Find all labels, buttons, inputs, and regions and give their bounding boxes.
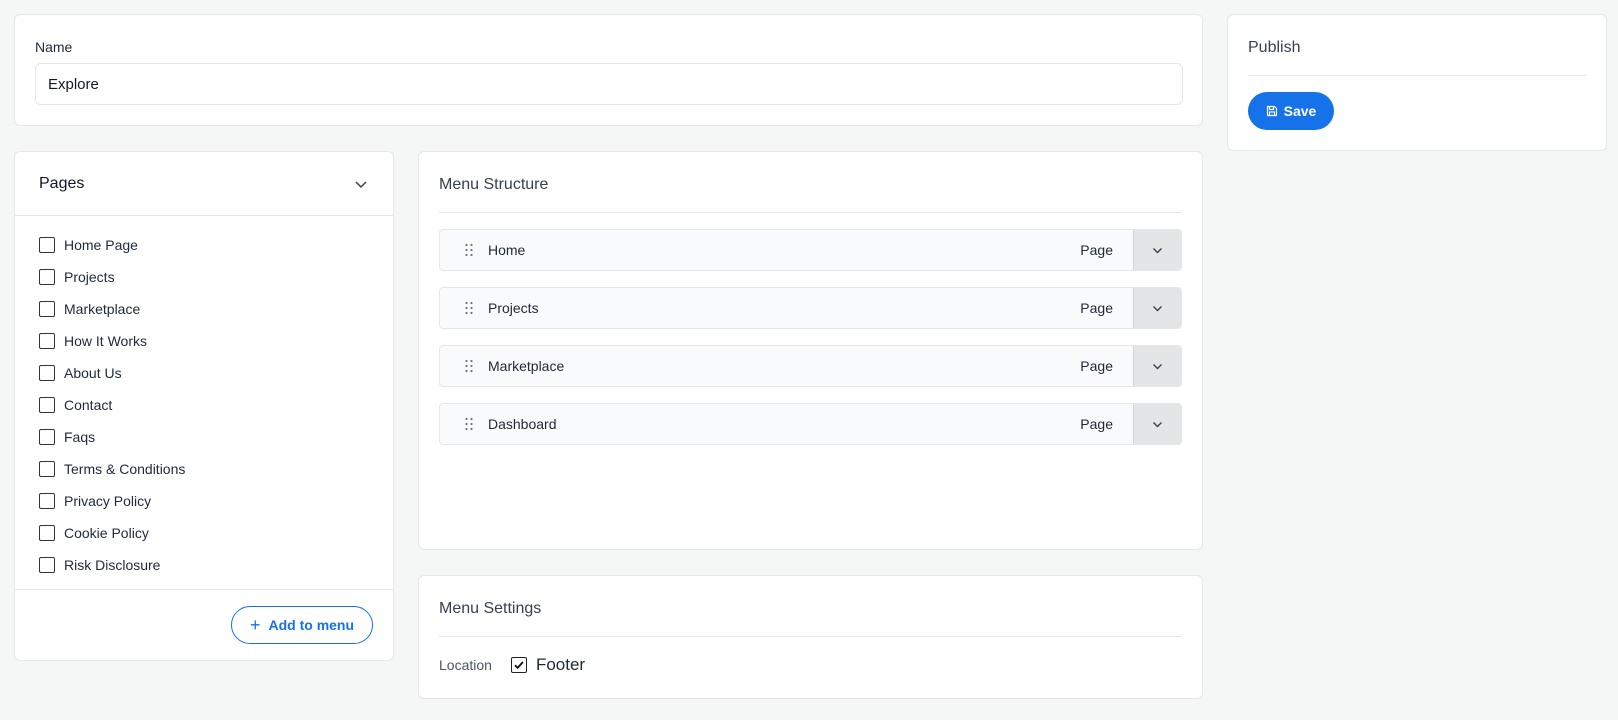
location-label: Location	[439, 657, 492, 673]
page-checkbox[interactable]	[39, 237, 55, 253]
menu-item[interactable]: Dashboard Page	[439, 403, 1182, 445]
checkmark-icon	[514, 661, 524, 670]
page-item-label: Projects	[64, 269, 115, 285]
chevron-down-icon	[1153, 305, 1162, 311]
menu-settings-card: Menu Settings Location Footer	[418, 575, 1203, 699]
page-item[interactable]: Contact	[39, 389, 185, 421]
name-card: Name	[14, 14, 1203, 126]
pages-title: Pages	[39, 174, 85, 192]
page-item-label: Contact	[64, 397, 113, 413]
page-item[interactable]: Projects	[39, 261, 185, 293]
pages-header[interactable]: Pages	[15, 152, 393, 216]
add-to-menu-button[interactable]: + Add to menu	[231, 606, 373, 644]
page-item[interactable]: Privacy Policy	[39, 485, 185, 517]
menu-structure-title: Menu Structure	[439, 176, 549, 193]
page-item[interactable]: Faqs	[39, 421, 185, 453]
name-label: Name	[35, 39, 73, 55]
page-checkbox[interactable]	[39, 365, 55, 381]
menu-item[interactable]: Home Page	[439, 229, 1182, 271]
page-item[interactable]: How It Works	[39, 325, 185, 357]
chevron-down-icon	[1153, 247, 1162, 253]
drag-handle-icon[interactable]	[464, 359, 474, 373]
page-item-label: Cookie Policy	[64, 525, 149, 541]
page-checkbox[interactable]	[39, 429, 55, 445]
page-item-label: Marketplace	[64, 301, 141, 317]
location-row: Location Footer	[439, 655, 585, 675]
page-item[interactable]: Home Page	[39, 229, 185, 261]
page-item-label: Privacy Policy	[64, 493, 152, 509]
publish-title: Publish	[1248, 39, 1301, 56]
menu-item[interactable]: Projects Page	[439, 287, 1182, 329]
page-item[interactable]: About Us	[39, 357, 185, 389]
page-checkbox[interactable]	[39, 557, 55, 573]
floppy-disk-icon	[1266, 105, 1277, 117]
chevron-down-icon[interactable]	[353, 176, 369, 192]
publish-divider	[1248, 75, 1586, 76]
page-item[interactable]: Marketplace	[39, 293, 185, 325]
page-item-label: How It Works	[64, 333, 147, 349]
chevron-down-icon	[1153, 421, 1162, 427]
page-item-label: Risk Disclosure	[64, 557, 161, 573]
page-checkbox[interactable]	[39, 493, 55, 509]
page-item-label: About Us	[64, 365, 122, 381]
menu-structure-divider	[439, 212, 1182, 213]
menu-item-type: Page	[1080, 358, 1113, 374]
menu-items-list: Home Page Projects Page Marketplace Page…	[439, 229, 1182, 461]
drag-handle-icon[interactable]	[464, 243, 474, 257]
drag-handle-icon[interactable]	[464, 417, 474, 431]
pages-footer: + Add to menu	[15, 589, 393, 660]
menu-structure-card: Menu Structure Home Page Projects Page M…	[418, 151, 1203, 550]
pages-list: Home Page Projects Marketplace How It Wo…	[39, 229, 185, 581]
menu-settings-title: Menu Settings	[439, 600, 542, 617]
pages-card: Pages Home Page Projects Marketplace How…	[14, 151, 394, 661]
save-button[interactable]: Save	[1248, 92, 1334, 130]
menu-item-expand-button[interactable]	[1133, 288, 1181, 328]
menu-item[interactable]: Marketplace Page	[439, 345, 1182, 387]
menu-item-type: Page	[1080, 242, 1113, 258]
menu-item-label: Marketplace	[488, 358, 565, 374]
page-checkbox[interactable]	[39, 525, 55, 541]
menu-item-label: Dashboard	[488, 416, 557, 432]
menu-item-type: Page	[1080, 300, 1113, 316]
chevron-down-icon	[1153, 363, 1162, 369]
page-item-label: Home Page	[64, 237, 138, 253]
save-label: Save	[1283, 103, 1317, 119]
page-item[interactable]: Cookie Policy	[39, 517, 185, 549]
menu-item-label: Home	[488, 242, 526, 258]
menu-item-expand-button[interactable]	[1133, 346, 1181, 386]
page-checkbox[interactable]	[39, 397, 55, 413]
name-input[interactable]	[35, 63, 1183, 105]
menu-item-expand-button[interactable]	[1133, 230, 1181, 270]
plus-icon: +	[249, 615, 261, 635]
footer-checkbox[interactable]	[510, 657, 527, 673]
publish-card: Publish Save	[1227, 14, 1607, 151]
menu-settings-divider	[439, 636, 1182, 637]
menu-item-type: Page	[1080, 416, 1113, 432]
page-checkbox[interactable]	[39, 269, 55, 285]
page-item[interactable]: Terms & Conditions	[39, 453, 185, 485]
drag-handle-icon[interactable]	[464, 301, 474, 315]
page-checkbox[interactable]	[39, 301, 55, 317]
menu-item-expand-button[interactable]	[1133, 404, 1181, 444]
menu-item-label: Projects	[488, 300, 539, 316]
page-checkbox[interactable]	[39, 461, 55, 477]
page-checkbox[interactable]	[39, 333, 55, 349]
page-item-label: Faqs	[64, 429, 96, 445]
footer-option-label: Footer	[535, 655, 586, 674]
add-to-menu-label: Add to menu	[268, 617, 355, 633]
page-item[interactable]: Risk Disclosure	[39, 549, 185, 581]
page-item-label: Terms & Conditions	[64, 461, 186, 477]
